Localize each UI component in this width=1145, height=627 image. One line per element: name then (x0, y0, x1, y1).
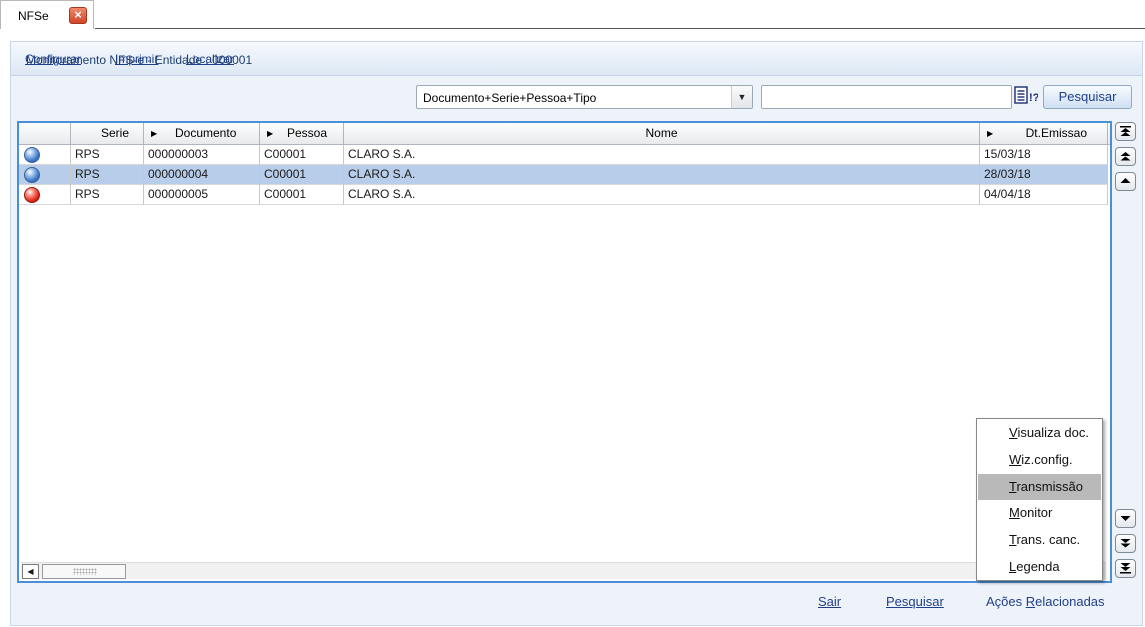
cell-dt-emissao: 15/03/18 (980, 145, 1108, 165)
previous-page-button[interactable] (1115, 147, 1136, 166)
cell-nome: CLARO S.A. (344, 145, 980, 165)
imprimir-link[interactable]: Imprimir (115, 52, 158, 66)
cell-serie: RPS (71, 145, 144, 165)
column-header-documento-label: Documento (175, 126, 237, 140)
cell-documento: 000000003 (144, 145, 260, 165)
order-select[interactable]: Documento+Serie+Pessoa+Tipo ▼ (416, 85, 753, 109)
column-header-documento[interactable]: ▶ Documento (144, 123, 260, 144)
column-header-pessoa[interactable]: ▶ Pessoa (260, 123, 344, 144)
menu-item-mnemonic: M (1009, 505, 1020, 521)
next-page-button[interactable] (1115, 534, 1136, 553)
records-table[interactable]: Serie ▶ Documento ▶ Pessoa Nome ▶ Dt.Emi… (17, 121, 1112, 583)
cell-pessoa: C00001 (260, 165, 344, 185)
last-record-button[interactable] (1115, 559, 1136, 578)
column-header-dt-emissao[interactable]: ▶ Dt.Emissao (980, 123, 1108, 144)
status-cell (19, 165, 71, 185)
acoes-relacionadas-button[interactable]: Ações Relacionadas (986, 594, 1105, 609)
cell-documento: 000000004 (144, 165, 260, 185)
acoes-prefix: Ações (986, 594, 1026, 609)
menu-item-label: egenda (1016, 559, 1060, 574)
close-icon[interactable]: × (69, 7, 87, 24)
menu-item-label: onitor (1019, 505, 1053, 521)
svg-text:!?: !? (1029, 92, 1038, 104)
chevron-double-up-bar-icon (1120, 126, 1131, 136)
menu-item-label: ransmissão (1016, 478, 1083, 494)
status-led-icon (24, 167, 40, 183)
status-cell (19, 145, 71, 165)
tab-strip-divider (95, 28, 1145, 29)
menu-item[interactable]: Transmissão (978, 473, 1101, 500)
status-led-icon (24, 187, 40, 203)
menu-item[interactable]: Legenda (978, 554, 1101, 580)
cell-pessoa: C00001 (260, 145, 344, 165)
pesquisar-button[interactable]: Pesquisar (886, 594, 944, 609)
cell-serie: RPS (71, 165, 144, 185)
scroll-thumb[interactable] (42, 564, 126, 579)
menu-item-label: rans. canc. (1016, 532, 1081, 548)
menu-item[interactable]: Wiz.config. (978, 447, 1101, 473)
next-record-button[interactable] (1115, 509, 1136, 528)
column-header-status[interactable] (19, 123, 71, 144)
chevron-up-icon (1120, 178, 1131, 183)
sort-arrow-icon: ▶ (987, 129, 994, 138)
menu-item-mnemonic: W (1009, 451, 1022, 467)
tab-nfse[interactable]: NFSe × (0, 0, 94, 29)
related-actions-menu: Visualiza doc. Wiz.config. Transmissão Moni… (976, 418, 1103, 581)
localizar-link[interactable]: Localizar (186, 52, 234, 66)
menu-item-label: isualiza doc. (1017, 425, 1089, 440)
sort-arrow-icon: ▶ (267, 129, 274, 138)
cell-nome: CLARO S.A. (344, 165, 980, 185)
scroll-left-icon[interactable]: ◀ (22, 564, 39, 579)
cell-documento: 000000005 (144, 185, 260, 205)
previous-record-button[interactable] (1115, 172, 1136, 191)
column-header-pessoa-label: Pessoa (287, 126, 328, 140)
menu-item[interactable]: Monitor (978, 500, 1101, 526)
grip-icon (73, 568, 97, 575)
column-header-nome[interactable]: Nome (344, 123, 980, 144)
cell-nome: CLARO S.A. (344, 185, 980, 205)
horizontal-scrollbar[interactable]: ◀ (21, 562, 1106, 579)
acoes-rest: elacionadas (1035, 594, 1105, 609)
cell-dt-emissao: 28/03/18 (980, 165, 1108, 185)
menu-item[interactable]: Trans. canc. (978, 527, 1101, 553)
chevron-down-icon[interactable]: ▼ (731, 86, 752, 108)
table-row[interactable]: RPS 000000004 C00001 CLARO S.A. 28/03/18 (19, 165, 1108, 185)
header-band: Monitoramento NFS-e - Entidade : 000001 (11, 42, 1142, 76)
search-button[interactable]: Pesquisar (1043, 85, 1132, 109)
chevron-double-down-icon (1120, 539, 1131, 548)
status-led-icon (24, 147, 40, 163)
cell-serie: RPS (71, 185, 144, 205)
menu-item-label: iz.config. (1021, 451, 1073, 467)
cell-dt-emissao: 04/04/18 (980, 185, 1108, 205)
table-row[interactable]: RPS 000000005 C00001 CLARO S.A. 04/04/18 (19, 185, 1108, 205)
chevron-double-up-icon (1120, 152, 1131, 161)
status-cell (19, 185, 71, 205)
configurar-link[interactable]: Configurar (25, 52, 81, 66)
chevron-double-down-bar-icon (1120, 563, 1131, 574)
cell-pessoa: C00001 (260, 185, 344, 205)
search-input[interactable] (761, 85, 1012, 109)
list-filter-icon[interactable]: !? (1014, 86, 1038, 106)
first-record-button[interactable] (1115, 122, 1136, 141)
table-row[interactable]: RPS 000000003 C00001 CLARO S.A. 15/03/18 (19, 145, 1108, 165)
tab-label: NFSe (18, 9, 49, 23)
acoes-mnemonic: R (1025, 594, 1036, 609)
menu-item[interactable]: Visualiza doc. (978, 420, 1101, 446)
chevron-down-icon (1120, 516, 1131, 521)
sort-arrow-icon: ▶ (151, 129, 158, 138)
column-header-serie[interactable]: Serie (71, 123, 144, 144)
table-header: Serie ▶ Documento ▶ Pessoa Nome ▶ Dt.Emi… (19, 123, 1110, 145)
order-select-value: Documento+Serie+Pessoa+Tipo (423, 91, 597, 105)
column-header-dt-emissao-label: Dt.Emissao (1025, 126, 1087, 140)
sair-button[interactable]: Sair (818, 594, 841, 609)
tab-strip: NFSe × (0, 0, 1145, 30)
